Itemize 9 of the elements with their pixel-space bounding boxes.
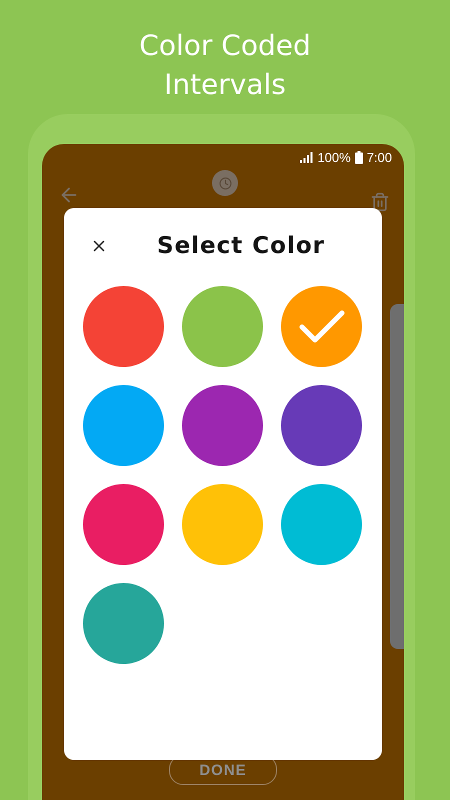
delete-icon[interactable]	[370, 192, 390, 212]
battery-icon	[354, 150, 363, 164]
battery-percent: 100%	[317, 150, 351, 164]
clock-time: 7:00	[366, 150, 392, 164]
dialog-title: Select Color	[157, 233, 325, 259]
signal-icon	[300, 152, 314, 162]
headline: Color Coded Intervals	[138, 28, 312, 103]
clock-icon	[218, 176, 232, 190]
check-icon	[298, 310, 344, 344]
